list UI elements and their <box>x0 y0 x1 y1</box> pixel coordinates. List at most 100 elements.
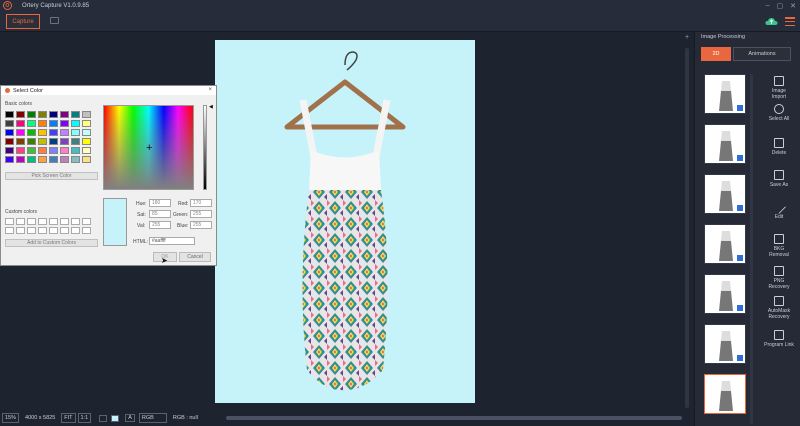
cloud-icon[interactable] <box>765 17 778 26</box>
thumbnail[interactable] <box>704 124 746 164</box>
custom-color-swatch[interactable] <box>16 227 25 234</box>
basic-color-swatch[interactable] <box>5 156 14 163</box>
custom-color-swatch[interactable] <box>38 218 47 225</box>
foreground-color-swatch[interactable] <box>111 414 120 422</box>
blue-input[interactable]: 255 <box>190 221 212 229</box>
fit-button[interactable]: FIT <box>61 413 76 423</box>
basic-color-swatch[interactable] <box>60 120 69 127</box>
basic-color-swatch[interactable] <box>60 111 69 118</box>
basic-color-swatch[interactable] <box>82 138 91 145</box>
close-icon[interactable]: ✕ <box>790 2 796 10</box>
basic-color-swatch[interactable] <box>60 156 69 163</box>
custom-color-swatch[interactable] <box>71 227 80 234</box>
basic-color-swatch[interactable] <box>71 156 80 163</box>
basic-color-swatch[interactable] <box>27 120 36 127</box>
canvas-vertical-scrollbar[interactable]: + <box>684 34 690 410</box>
basic-color-swatch[interactable] <box>49 111 58 118</box>
custom-color-swatch[interactable] <box>38 227 47 234</box>
basic-color-swatch[interactable] <box>71 111 80 118</box>
scroll-track[interactable] <box>685 48 689 408</box>
basic-color-swatch[interactable] <box>5 138 14 145</box>
custom-color-swatch[interactable] <box>5 227 14 234</box>
luminance-slider[interactable] <box>203 105 207 190</box>
green-input[interactable]: 255 <box>190 210 212 218</box>
background-color-swatch[interactable] <box>99 414 108 422</box>
basic-color-swatch[interactable] <box>16 147 25 154</box>
thumbnail[interactable] <box>704 324 746 364</box>
thumbnail[interactable] <box>704 174 746 214</box>
save-as-button[interactable]: Save As <box>759 170 799 188</box>
zoom-level[interactable]: 15% <box>2 413 20 423</box>
basic-color-swatch[interactable] <box>49 129 58 136</box>
thumbnail-selected[interactable] <box>704 374 746 414</box>
custom-color-swatch[interactable] <box>71 218 80 225</box>
zoom-plus-icon[interactable]: + <box>684 34 690 41</box>
bkg-removal-button[interactable]: BKG Removal <box>759 234 799 258</box>
dialog-close-icon[interactable]: × <box>208 87 212 93</box>
basic-color-swatch[interactable] <box>5 147 14 154</box>
tab-2d[interactable]: 2D <box>701 47 731 61</box>
basic-color-swatch[interactable] <box>27 147 36 154</box>
basic-color-swatch[interactable] <box>16 129 25 136</box>
val-input[interactable]: 255 <box>149 221 171 229</box>
basic-color-swatch[interactable] <box>60 129 69 136</box>
luminance-arrow-icon[interactable]: ◀ <box>209 104 213 110</box>
basic-color-swatch[interactable] <box>82 156 91 163</box>
basic-color-swatch[interactable] <box>60 147 69 154</box>
basic-color-swatch[interactable] <box>71 147 80 154</box>
basic-color-swatch[interactable] <box>38 120 47 127</box>
basic-color-swatch[interactable] <box>16 120 25 127</box>
automask-recovery-button[interactable]: AutoMask Recovery <box>759 296 799 320</box>
edit-button[interactable]: Edit <box>759 199 799 220</box>
thumbnail[interactable] <box>704 74 746 114</box>
basic-color-swatch[interactable] <box>38 147 47 154</box>
maximize-icon[interactable]: ▢ <box>777 2 784 10</box>
gallery-icon[interactable] <box>50 17 59 24</box>
custom-color-swatch[interactable] <box>60 227 69 234</box>
select-all-button[interactable]: Select All <box>759 104 799 122</box>
basic-color-swatch[interactable] <box>49 138 58 145</box>
custom-color-swatch[interactable] <box>82 218 91 225</box>
basic-color-swatch[interactable] <box>27 138 36 145</box>
custom-color-swatch[interactable] <box>49 218 58 225</box>
basic-color-swatch[interactable] <box>16 156 25 163</box>
add-to-custom-colors-button[interactable]: Add to Custom Colors <box>5 239 98 247</box>
basic-color-swatch[interactable] <box>5 120 14 127</box>
basic-color-swatch[interactable] <box>16 138 25 145</box>
basic-color-swatch[interactable] <box>49 156 58 163</box>
basic-color-swatch[interactable] <box>38 129 47 136</box>
custom-color-swatch[interactable] <box>49 227 58 234</box>
basic-color-swatch[interactable] <box>5 129 14 136</box>
custom-color-swatch[interactable] <box>82 227 91 234</box>
program-link-button[interactable]: Program Link <box>759 330 799 348</box>
basic-color-swatch[interactable] <box>82 147 91 154</box>
basic-color-swatch[interactable] <box>38 111 47 118</box>
basic-color-swatch[interactable] <box>27 111 36 118</box>
basic-color-swatch[interactable] <box>27 129 36 136</box>
basic-color-swatch[interactable] <box>82 129 91 136</box>
hue-input[interactable]: 180 <box>149 199 171 207</box>
image-import-button[interactable]: Image Import <box>759 76 799 100</box>
basic-color-swatch[interactable] <box>38 156 47 163</box>
basic-color-swatch[interactable] <box>71 129 80 136</box>
basic-color-swatch[interactable] <box>49 147 58 154</box>
thumbnail[interactable] <box>704 224 746 264</box>
basic-color-swatch[interactable] <box>38 138 47 145</box>
basic-color-swatch[interactable] <box>60 138 69 145</box>
product-image[interactable] <box>215 40 475 403</box>
basic-color-swatch[interactable] <box>71 138 80 145</box>
actual-size-button[interactable]: 1:1 <box>77 413 92 423</box>
basic-color-swatch[interactable] <box>16 111 25 118</box>
hamburger-menu-icon[interactable] <box>785 16 795 27</box>
basic-color-swatch[interactable] <box>82 120 91 127</box>
basic-color-swatch[interactable] <box>27 156 36 163</box>
text-tool-button[interactable]: A <box>125 414 135 422</box>
basic-color-swatch[interactable] <box>5 111 14 118</box>
color-mode-select[interactable]: RGB <box>138 413 167 423</box>
sat-input[interactable]: 85 <box>149 210 171 218</box>
minimize-icon[interactable]: – <box>766 2 770 9</box>
delete-button[interactable]: Delete <box>759 138 799 156</box>
html-input[interactable]: #aaffff <box>149 237 195 245</box>
tab-animations[interactable]: Animations <box>733 47 791 61</box>
capture-button[interactable]: Capture <box>6 14 40 29</box>
